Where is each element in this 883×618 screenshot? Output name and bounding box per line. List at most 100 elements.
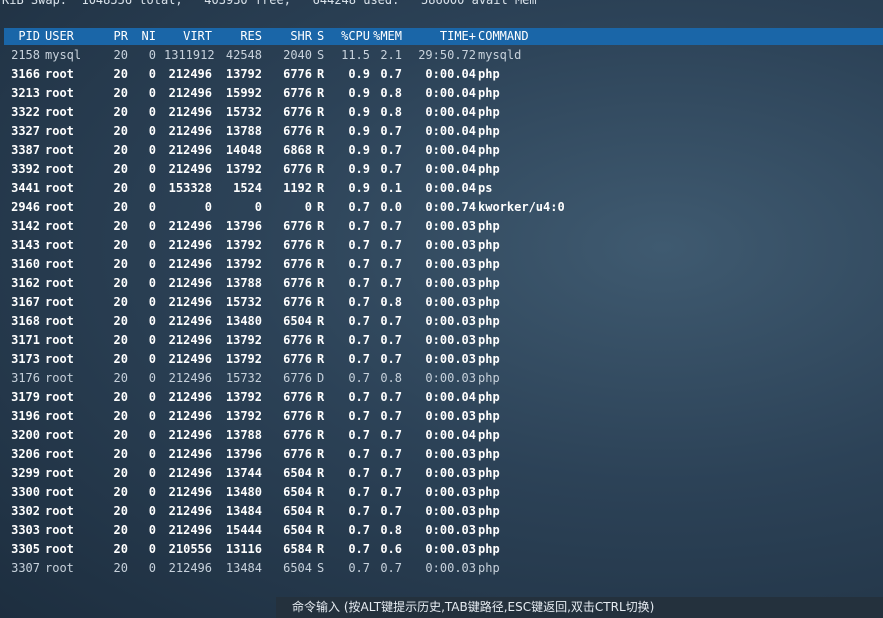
cell-virt: 212496 xyxy=(168,504,212,518)
cell-pr: 20 xyxy=(113,371,128,385)
cell-mem: 0.7 xyxy=(380,409,402,423)
cell-shr: 6776 xyxy=(283,238,312,252)
cell-ni: 0 xyxy=(148,542,156,556)
cell-res: 15992 xyxy=(225,86,262,100)
cell-res: 13796 xyxy=(225,447,262,461)
cell-user: root xyxy=(45,561,74,575)
cell-pid: 3213 xyxy=(11,86,40,100)
cell-ni: 0 xyxy=(148,48,156,62)
cell-time: 0:00.03 xyxy=(425,295,476,309)
cell-res: 13792 xyxy=(225,67,262,81)
cell-time: 0:00.04 xyxy=(425,105,476,119)
cell-mem: 0.7 xyxy=(380,276,402,290)
cell-s: R xyxy=(317,504,325,518)
cell-mem: 0.7 xyxy=(380,390,402,404)
cell-user: root xyxy=(45,485,74,499)
cell-pr: 20 xyxy=(113,485,128,499)
cell-cpu: 0.7 xyxy=(348,561,370,575)
cell-command: php xyxy=(478,409,500,423)
cell-pr: 20 xyxy=(113,86,128,100)
cell-pr: 20 xyxy=(113,238,128,252)
cell-virt: 212496 xyxy=(168,352,212,366)
cell-command: php xyxy=(478,352,500,366)
terminal-window[interactable]: KiB Swap: 1048556 total, 403930 free, 64… xyxy=(0,0,883,618)
cell-pid: 2158 xyxy=(11,48,40,62)
cell-ni: 0 xyxy=(148,314,156,328)
cell-pid: 3160 xyxy=(11,257,40,271)
cell-mem: 0.8 xyxy=(380,295,402,309)
cell-shr: 6776 xyxy=(283,257,312,271)
cell-command: php xyxy=(478,162,500,176)
cell-pid: 3303 xyxy=(11,523,40,537)
cell-pr: 20 xyxy=(113,542,128,556)
cell-cpu: 0.9 xyxy=(348,86,370,100)
header-command: COMMAND xyxy=(478,29,529,43)
cell-shr: 6776 xyxy=(283,67,312,81)
cell-shr: 6776 xyxy=(283,333,312,347)
header-state: S xyxy=(317,29,325,43)
cell-cpu: 0.9 xyxy=(348,181,370,195)
cell-user: root xyxy=(45,352,74,366)
cell-virt: 212496 xyxy=(168,523,212,537)
cell-pr: 20 xyxy=(113,162,128,176)
cell-s: R xyxy=(317,181,325,195)
cell-cpu: 0.7 xyxy=(348,504,370,518)
cell-pid: 3387 xyxy=(11,143,40,157)
command-input-bar[interactable]: 命令输入 (按ALT键提示历史,TAB键路径,ESC键返回,双击CTRL切换) xyxy=(276,597,883,618)
cell-pid: 3162 xyxy=(11,276,40,290)
cell-res: 13788 xyxy=(225,428,262,442)
cell-command: php xyxy=(478,314,500,328)
swap-summary-line: KiB Swap: 1048556 total, 403930 free, 64… xyxy=(2,0,537,7)
cell-pr: 20 xyxy=(113,333,128,347)
cell-user: root xyxy=(45,542,74,556)
cell-user: root xyxy=(45,371,74,385)
cell-s: R xyxy=(317,86,325,100)
cell-ni: 0 xyxy=(148,333,156,347)
cell-virt: 212496 xyxy=(168,447,212,461)
cell-ni: 0 xyxy=(148,219,156,233)
cell-mem: 0.7 xyxy=(380,504,402,518)
cell-ni: 0 xyxy=(148,295,156,309)
cell-command: php xyxy=(478,238,500,252)
cell-res: 0 xyxy=(254,200,262,214)
cell-mem: 0.8 xyxy=(380,523,402,537)
cell-command: php xyxy=(478,295,500,309)
cell-shr: 6776 xyxy=(283,124,312,138)
header-pid: PID xyxy=(18,29,40,43)
cell-pid: 3392 xyxy=(11,162,40,176)
cell-cpu: 0.9 xyxy=(348,124,370,138)
cell-shr: 6504 xyxy=(283,523,312,537)
cell-res: 13792 xyxy=(225,390,262,404)
cell-mem: 0.7 xyxy=(380,219,402,233)
cell-cpu: 0.7 xyxy=(348,200,370,214)
cell-user: root xyxy=(45,409,74,423)
cell-pr: 20 xyxy=(113,561,128,575)
cell-time: 0:00.04 xyxy=(425,181,476,195)
cell-res: 13792 xyxy=(225,333,262,347)
cell-user: root xyxy=(45,124,74,138)
cell-res: 13792 xyxy=(225,409,262,423)
cell-ni: 0 xyxy=(148,86,156,100)
cell-time: 0:00.03 xyxy=(425,447,476,461)
cell-res: 14048 xyxy=(225,143,262,157)
cell-time: 0:00.03 xyxy=(425,542,476,556)
cell-pid: 3305 xyxy=(11,542,40,556)
cell-s: R xyxy=(317,200,325,214)
cell-mem: 0.7 xyxy=(380,447,402,461)
cell-mem: 0.7 xyxy=(380,162,402,176)
cell-command: php xyxy=(478,219,500,233)
cell-shr: 2040 xyxy=(283,48,312,62)
cell-mem: 0.7 xyxy=(380,466,402,480)
cell-pid: 2946 xyxy=(11,200,40,214)
cell-res: 42548 xyxy=(225,48,262,62)
cell-virt: 0 xyxy=(204,200,212,214)
cell-cpu: 0.7 xyxy=(348,371,370,385)
cell-command: php xyxy=(478,390,500,404)
cell-res: 13744 xyxy=(225,466,262,480)
cell-ni: 0 xyxy=(148,162,156,176)
cell-res: 13792 xyxy=(225,257,262,271)
cell-res: 13480 xyxy=(225,485,262,499)
cell-command: php xyxy=(478,428,500,442)
cell-cpu: 0.7 xyxy=(348,390,370,404)
cell-shr: 6504 xyxy=(283,314,312,328)
